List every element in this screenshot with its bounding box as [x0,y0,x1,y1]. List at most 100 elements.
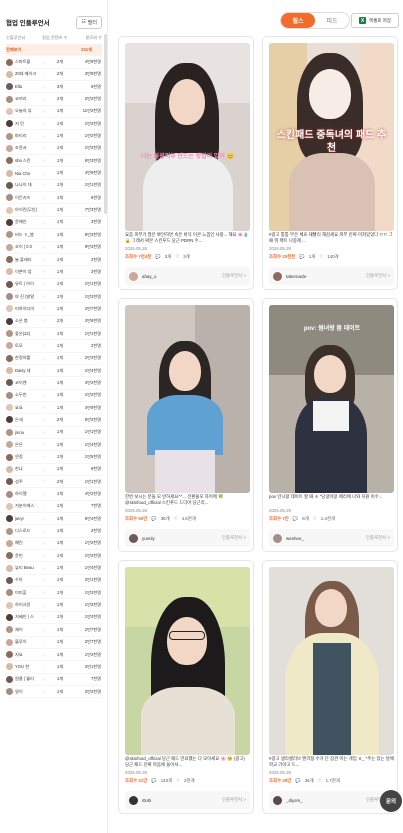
content-card[interactable]: 한번 보시는 분들 모 반하세요^^... 전환쓸모 하이에 🍀 @skinfo… [118,298,254,552]
influencer-row[interactable]: 아이린(무인) › 1개 7만3천명 [6,204,102,217]
influencer-row[interactable]: 야 진 (발랄 › 1개 1만2천명 [6,291,102,304]
influencer-row[interactable]: 미미훈 › 1개 1만2천명 [6,587,102,600]
influencer-row[interactable]: 파티리 › 1개 1만2천명 [6,130,102,143]
content-thumbnail[interactable] [125,567,250,755]
influencer-row[interactable]: 이쁜이 엄 › 1개 3천명 [6,266,102,279]
influencer-row[interactable]: jaeyi › 1개 5만4천명 [6,513,102,526]
tab-feed[interactable]: 피드 [315,13,349,28]
influencer-row[interactable]: 지요 › 1개 1만2천명 [6,649,102,662]
follower-count: 11만2천명 [82,108,101,114]
influencer-row[interactable]: 한냐 › 1개 9천명 [6,464,102,477]
influencer-row[interactable]: 한정아를 › 1개 2만3천명 [6,353,102,365]
influencer-row[interactable]: 예린 › 1개 1만2천명 [6,538,102,551]
influencer-row[interactable]: 은세 › 2개 6만3천명 [6,414,102,427]
influencer-row[interactable]: Ella › 3개 6천명 [6,81,102,94]
influencer-row[interactable]: 저분이에스 › 1개 7천명 [6,501,102,514]
influencer-link[interactable]: 인플루언서 > [366,535,390,541]
content-thumbnail[interactable] [269,567,394,755]
influencer-link[interactable]: 인플루언서 > [222,535,246,541]
content-thumbnail[interactable]: 스킨패드 중독녀의 패드 추천 [269,43,394,231]
filter-button[interactable]: ☷ 필터 [76,15,102,29]
influencer-row[interactable]: 디스로드 › 1개 2천명 [6,525,102,538]
content-card[interactable]: @skinfood_official 당근 패드 만료했는 다 모이세요 🌸 🥺… [118,560,254,814]
influencer-name: 요요 [15,404,23,410]
influencer-row[interactable]: 좋은(22) › 1개 1만1천명 [6,328,102,341]
influencer-row[interactable]: YOU 한 › 1개 3만1천명 [6,661,102,674]
avatar [6,613,13,621]
content-count: 1개 [56,565,64,571]
avatar [6,663,13,671]
content-thumbnail[interactable] [125,305,250,493]
avatar [6,564,13,572]
influencer-row[interactable]: 코이엔 › 1개 4만2천명 [6,377,102,390]
content-card[interactable]: pov: 썸녀랑 봄 데이트 pov 인니랑 데이트 할 때 ㅎ "당굴이랑 페… [262,298,398,552]
content-count: 2개 [56,71,64,77]
content-card[interactable]: 스킨패드 중독녀의 패드 추천 #광고 퉁퉁 부은 체로 재빨리 해감세요 피부… [262,36,398,290]
influencer-row[interactable]: 지혜인 | 스 › 1개 1만2천명 [6,612,102,625]
content-thumbnail[interactable]: 나는 물광피부 만드는 방법이 있어 😊 [125,43,250,231]
influencer-row[interactable]: 하이엘 › 1개 4만2천명 [6,488,102,501]
influencer-link[interactable]: 인플루언서 > [222,797,246,803]
influencer-row[interactable]: sha 스킨 › 1개 6만3천명 [6,155,102,168]
influencer-row[interactable]: 소은 봄 › 2개 3만6천명 [6,316,102,328]
influencer-row[interactable]: 조이 | 0.0 › 1개 9만3천명 [6,242,102,254]
excel-export-button[interactable]: X 엑셀로 저장 [351,13,399,28]
influencer-row[interactable]: 이든키즈 › 1개 5천명 [6,192,102,205]
content-date: 2026.05.29 [269,246,291,251]
influencer-row[interactable]: 요요 › 1개 4만9천명 [6,402,102,415]
influencer-row[interactable]: 오늘의 뷰 › 1개 11만2천명 [6,106,102,119]
influencer-row[interactable]: 원클 | 퀄리 › 1개 7천명 [6,674,102,686]
influencer-row[interactable]: 뮤트 | 아이 › 1개 1만1천명 [6,279,102,291]
influencer-row[interactable]: Nia Cho › 1개 4만9천명 [6,167,102,180]
influencer-row[interactable]: 미하이다이 › 1개 2만7천명 [6,303,102,316]
influencer-row[interactable]: 나나이 대 › 1개 1만1천명 [6,180,102,193]
avatar [6,107,13,115]
influencer-row[interactable]: 영이 › 1개 2만2천명 [6,686,102,699]
influencer-row[interactable]: 윤해인 › 1개 3천명 [6,217,102,230]
influencer-row[interactable]: 20대 메이크 › 2개 3만9천명 [6,69,102,82]
influencer-row[interactable]: jinna › 1개 1만1천명 [6,427,102,439]
content-card[interactable]: #광고 생리셀러브 맨걱정 수가 단 잠깐 이는 게임 ㅎ_ "주는 있는 날에… [262,560,398,814]
influencer-row[interactable]: 은은 › 1개 1만4천명 [6,439,102,452]
influencer-row[interactable]: yunnly 인플루언서 > [125,529,250,547]
content-card[interactable]: 나는 물광피부 만드는 방법이 있어 😊 요즘 피부가 많은 뽀얀하면 속은 바… [118,36,254,290]
influencer-row[interactable]: 제이 › 1개 2만7천명 [6,624,102,637]
influencer-row[interactable]: 소두빈 › 1개 1만2천명 [6,390,102,402]
influencer-row[interactable]: 스마트몰 › 2개 4만9천명 [6,56,102,69]
content-count: 2개 [56,478,64,484]
influencer-row[interactable]: 윤빈 › 1개 1만2천명 [6,550,102,563]
influencer-row[interactable]: 비드 ㅎ_봄 › 1개 8만3천명 [6,229,102,242]
influencer-row[interactable]: 지 민 › 1개 1만2천명 [6,118,102,131]
influencer-row[interactable]: 늘 플래티 › 1개 2천명 [6,254,102,267]
influencer-row[interactable]: weehee_ 인플루언서 > [269,529,394,547]
influencer-row[interactable]: 블루이 › 1개 2만7천명 [6,637,102,649]
influencer-row[interactable]: 토모 › 1개 2천명 [6,340,102,353]
influencer-row[interactable]: tabernacle 인플루언서 > [269,267,394,285]
influencer-row-all[interactable]: 전체보기 241개 [6,44,102,57]
sidebar-scrollbar[interactable] [104,34,107,214]
avatar [6,169,13,177]
follower-count: 1만2천명 [84,293,101,299]
influencer-row[interactable]: 하이사랑 › 1개 1만3천명 [6,599,102,612]
username: _diyom_ [286,797,303,803]
influencer-row[interactable]: Daisy 데 › 1개 1만4천명 [6,365,102,378]
influencer-row[interactable]: 조윤서 › 1개 1만3천명 [6,143,102,156]
influencer-row[interactable]: 코끼리 › 2개 2만2천명 [6,93,102,106]
influencer-link[interactable]: 인플루언서 > [366,273,390,279]
influencer-row[interactable]: ahay_u 인플루언서 > [125,267,250,285]
content-thumbnail[interactable]: pov: 썸녀랑 봄 데이트 [269,305,394,493]
tab-reels[interactable]: 릴스 [281,13,315,28]
influencer-row[interactable]: 연정 › 1개 1만5천명 [6,451,102,464]
column-header-influencer: 인플루언서 [6,35,26,40]
influencer-link[interactable]: 인플루언서 > [222,273,246,279]
chat-button[interactable]: 문의 [380,790,402,812]
influencer-row[interactable]: 뷰티 Beau › 1개 1만4천명 [6,562,102,575]
influencer-row[interactable]: 수아 › 1개 2만1천명 [6,575,102,588]
views-count: 조회수 21만 [125,778,148,783]
influencer-row[interactable]: _diyom_ 인플루언서 > [269,791,394,809]
influencer-name: 블루이 [15,639,27,645]
influencer-row[interactable]: i0o0i 인플루언서 > [125,791,250,809]
avatar [6,354,13,362]
influencer-row[interactable]: 성주 › 2개 1만1천명 [6,476,102,489]
username: ahay_u [142,273,157,279]
